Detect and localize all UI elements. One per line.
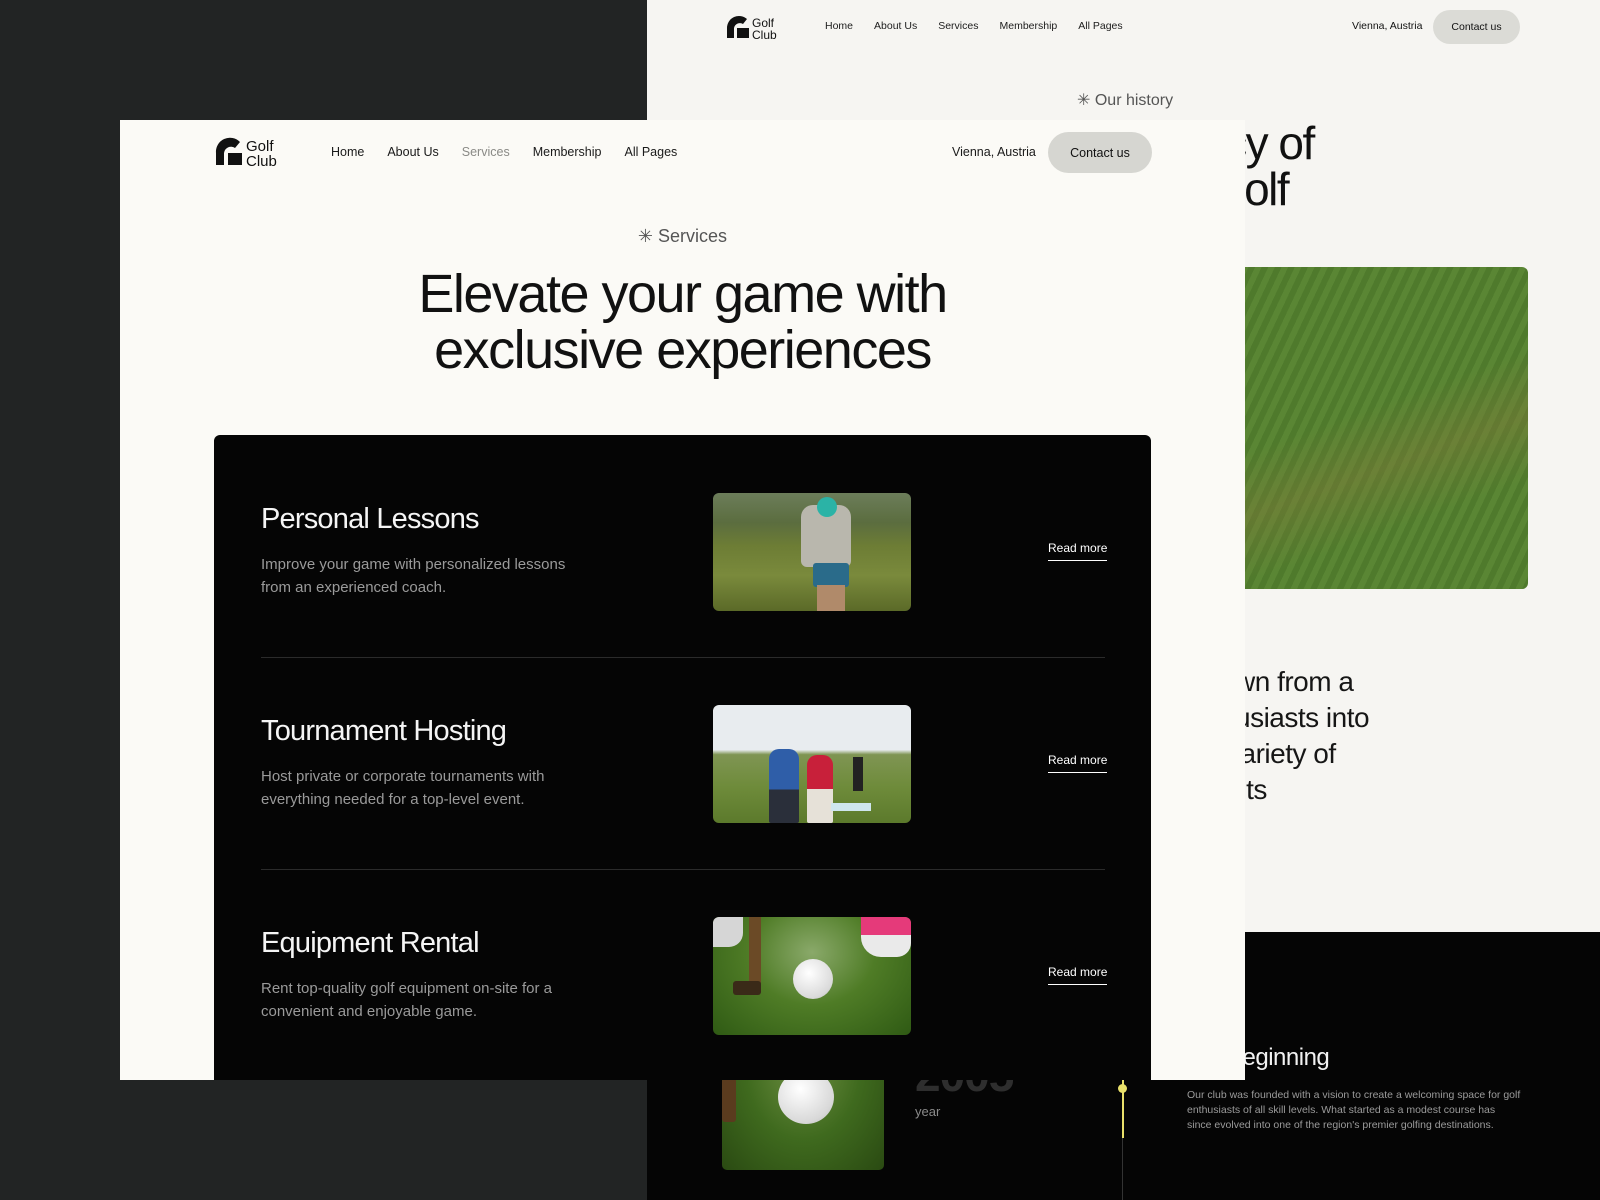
back-contact-button[interactable]: Contact us — [1433, 10, 1520, 44]
back-subhead-line4: nts — [1231, 774, 1267, 805]
back-nav-links: Home About Us Services Membership All Pa… — [825, 20, 1123, 32]
contact-us-button[interactable]: Contact us — [1048, 132, 1152, 173]
back-nav-home[interactable]: Home — [825, 20, 853, 32]
grass-course-image — [1222, 267, 1528, 589]
service-item-equipment-rental: Equipment Rental Rent top-quality golf e… — [261, 917, 1108, 1080]
page-title: Elevate your game with exclusive experie… — [120, 266, 1245, 378]
figure-player — [807, 755, 833, 823]
nav-about-us[interactable]: About Us — [387, 145, 438, 159]
back-logo[interactable]: Golf Club — [725, 14, 789, 47]
service-photo-golfer — [713, 493, 911, 611]
services-eyebrow: ✳ Services — [120, 226, 1245, 247]
figure-cap — [817, 497, 837, 517]
front-location: Vienna, Austria — [952, 145, 1036, 159]
nav-membership[interactable]: Membership — [533, 145, 602, 159]
milestone-description: Our club was founded with a vision to cr… — [1187, 1089, 1521, 1131]
read-more-link[interactable]: Read more — [1048, 541, 1108, 561]
svg-text:Club: Club — [246, 153, 277, 170]
back-nav-bar: Golf Club Home About Us Services Members… — [647, 0, 1600, 56]
back-nav-services[interactable]: Services — [938, 20, 978, 32]
front-logo[interactable]: Golf Club — [214, 136, 290, 175]
golf-club-logo-icon: Golf Club — [215, 137, 277, 170]
golf-club-logo-icon: Golf Club — [726, 15, 777, 42]
club-head — [733, 981, 761, 995]
nav-all-pages[interactable]: All Pages — [624, 145, 677, 159]
shoe-right — [861, 917, 911, 957]
figure-background — [853, 757, 863, 791]
golf-ball — [793, 959, 833, 999]
front-nav-links: Home About Us Services Membership All Pa… — [331, 145, 677, 159]
service-photo-coach-and-player — [713, 705, 911, 823]
back-subhead-line2: usiasts into — [1235, 702, 1370, 733]
back-eyebrow-text: Our history — [1094, 92, 1174, 109]
back-location: Vienna, Austria — [1352, 20, 1423, 32]
read-more-link[interactable]: Read more — [1048, 965, 1108, 985]
divider — [261, 869, 1105, 870]
club-shape — [722, 1078, 736, 1122]
service-description: Rent top-quality golf equipment on-site … — [261, 980, 552, 1020]
back-eyebrow: ✳ Our history — [1077, 90, 1173, 110]
service-item-tournament-hosting: Tournament Hosting Host private or corpo… — [261, 705, 1108, 917]
timeline-dot[interactable] — [1118, 1084, 1127, 1093]
figure-shorts — [813, 563, 849, 587]
service-title: Tournament Hosting — [261, 715, 507, 747]
service-description: Improve your game with personalized less… — [261, 556, 566, 596]
page-title-line2: exclusive experiences — [434, 320, 932, 380]
divider — [261, 657, 1105, 658]
page-title-line1: Elevate your game with — [418, 264, 948, 324]
back-subhead-line3: variety of — [1227, 738, 1336, 769]
svg-text:Club: Club — [752, 28, 777, 42]
nav-home[interactable]: Home — [331, 145, 364, 159]
asterisk-icon: ✳ — [637, 226, 654, 246]
service-title: Equipment Rental — [261, 927, 480, 959]
nav-services[interactable]: Services — [462, 145, 510, 159]
services-page-preview: Golf Club Home About Us Services Members… — [120, 120, 1245, 1080]
service-photo-golf-ball — [713, 917, 911, 1035]
figure-coach — [769, 749, 799, 823]
club-shaft — [749, 917, 761, 987]
asterisk-icon: ✳ — [1077, 92, 1091, 109]
practice-mat — [831, 803, 871, 811]
service-description: Host private or corporate tournaments wi… — [261, 768, 545, 808]
back-subheadline: wn from a usiasts into variety of nts — [1227, 664, 1370, 808]
back-subhead-line1: wn from a — [1235, 666, 1354, 697]
services-eyebrow-text: Services — [658, 226, 728, 246]
back-nav-all-pages[interactable]: All Pages — [1078, 20, 1122, 32]
services-panel: Personal Lessons Improve your game with … — [214, 435, 1151, 1080]
read-more-link[interactable]: Read more — [1048, 753, 1108, 773]
shoe-left — [713, 917, 743, 947]
back-nav-about[interactable]: About Us — [874, 20, 917, 32]
timeline-golf-ball-image — [722, 1066, 884, 1170]
service-title: Personal Lessons — [261, 503, 480, 535]
service-item-personal-lessons: Personal Lessons Improve your game with … — [261, 493, 1108, 705]
figure-legs — [817, 585, 845, 611]
timeline-year-label: year — [915, 1104, 941, 1119]
back-nav-membership[interactable]: Membership — [999, 20, 1057, 32]
